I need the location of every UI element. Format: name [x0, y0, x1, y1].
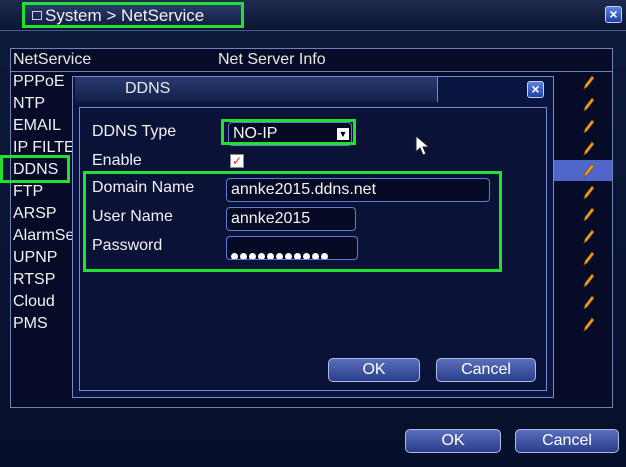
list-item-label: PMS — [13, 315, 48, 332]
dialog-title: DDNS — [125, 80, 171, 97]
mouse-cursor-icon — [415, 135, 431, 156]
list-item-label: Cloud — [13, 293, 55, 310]
window-icon — [32, 11, 42, 20]
pencil-icon[interactable] — [581, 96, 595, 112]
pencil-icon[interactable] — [581, 206, 595, 222]
column-header-net-server-info: Net Server Info — [218, 51, 326, 68]
list-header: NetService Net Server Info — [11, 49, 612, 72]
close-icon[interactable]: × — [605, 6, 622, 23]
list-item-label: UPNP — [13, 249, 58, 266]
ddns-type-highlight — [221, 119, 356, 145]
pencil-icon[interactable] — [581, 162, 595, 178]
list-item-label: PPPoE — [13, 73, 65, 90]
enable-label: Enable — [92, 152, 142, 169]
dialog-title-bar: DDNS — [75, 77, 438, 102]
pencil-icon[interactable] — [581, 250, 595, 266]
pencil-icon[interactable] — [581, 272, 595, 288]
pencil-icon[interactable] — [581, 316, 595, 332]
window-title: System > NetService — [45, 6, 205, 25]
list-item-label: EMAIL — [13, 117, 62, 134]
list-item-label: RTSP — [13, 271, 56, 288]
dialog-close-icon[interactable]: × — [527, 81, 544, 98]
list-item-label: NTP — [13, 95, 45, 112]
pencil-icon[interactable] — [581, 118, 595, 134]
netservice-window: System > NetService × NetService Net Ser… — [0, 0, 626, 467]
column-header-netservice: NetService — [13, 51, 92, 68]
pencil-icon[interactable] — [581, 294, 595, 310]
pencil-icon[interactable] — [581, 228, 595, 244]
list-item-label: FTP — [13, 183, 44, 200]
credentials-highlight — [83, 171, 502, 272]
ddns-type-label: DDNS Type — [92, 123, 177, 140]
title-tab: System > NetService — [22, 2, 244, 28]
list-item-label: ARSP — [13, 205, 57, 222]
ddns-row-highlight — [0, 155, 70, 183]
enable-checkbox[interactable]: ✓ — [230, 154, 244, 168]
dialog-ok-button[interactable]: OK — [328, 358, 420, 382]
cancel-button[interactable]: Cancel — [515, 429, 619, 453]
title-bar: System > NetService × — [0, 0, 626, 31]
dialog-cancel-button[interactable]: Cancel — [436, 358, 536, 382]
pencil-icon[interactable] — [581, 74, 595, 90]
ok-button[interactable]: OK — [405, 429, 501, 453]
pencil-icon[interactable] — [581, 184, 595, 200]
pencil-icon[interactable] — [581, 140, 595, 156]
check-icon: ✓ — [231, 154, 243, 168]
